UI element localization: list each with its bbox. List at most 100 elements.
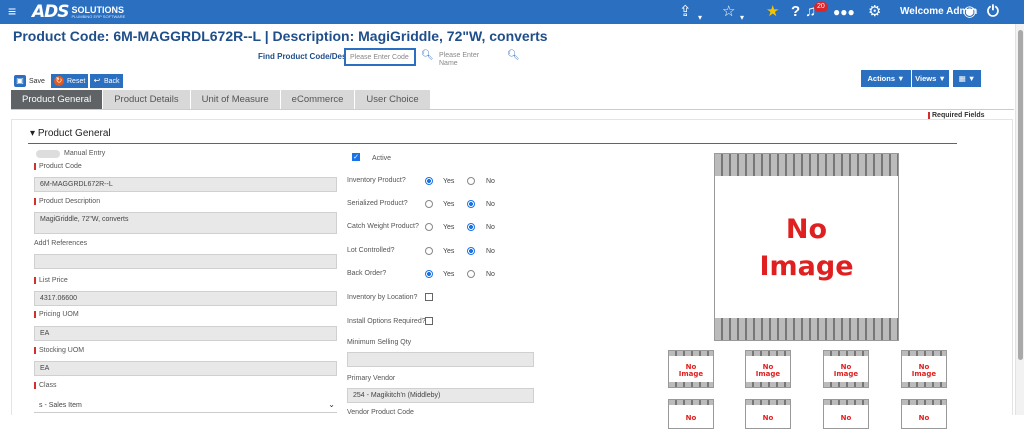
section-title: Product General [37,128,111,139]
active-checkbox[interactable]: ✓ [352,153,360,161]
grid-menu-button[interactable]: ▦ ▼ [953,70,981,87]
inventory-yes-radio[interactable] [425,177,433,185]
tab-bar: Product General Product Details Unit of … [11,90,431,109]
no-label: No [486,178,495,185]
tab-product-general[interactable]: Product General [11,90,103,109]
no-label: No [486,201,495,208]
chevron-down-icon[interactable]: ▾ [740,9,744,27]
thumbnail-image[interactable]: No [668,399,714,429]
catch-weight-label: Catch Weight Product? [347,223,419,230]
product-code-field[interactable]: 6M-MAGGRDL672R--L [34,177,337,192]
share-icon[interactable]: ⇪ [679,3,692,21]
thumbnail-image[interactable]: No Image [668,350,714,388]
thumbnail-image[interactable]: No Image [823,350,869,388]
question-icon[interactable]: ? [791,3,800,21]
back-icon: ↩ [93,76,101,85]
back-order-yes-radio[interactable] [425,270,433,278]
no-image-text-2: Image [755,370,781,378]
stocking-uom-label: Stocking UOM [34,347,84,354]
star-filled-icon[interactable]: ★ [766,3,779,21]
thumbnail-image[interactable]: No [745,399,791,429]
lot-controlled-label: Lot Controlled? [347,247,395,254]
logo-tag: PLUMBING ERP SOFTWARE [71,13,126,19]
primary-vendor-field[interactable]: 254 - Magikitch'n (Middleby) [347,388,534,403]
serialized-no-radio[interactable] [467,200,475,208]
reset-button[interactable]: ↻ Reset [51,74,89,88]
primary-vendor-label: Primary Vendor [347,375,396,382]
no-image-text-2: Image [759,251,854,282]
logo[interactable]: ADS SOLUTIONS PLUMBING ERP SOFTWARE [32,2,125,22]
back-button[interactable]: ↩ Back [90,74,123,88]
pricing-uom-field[interactable]: EA [34,326,337,341]
views-button[interactable]: Views ▼ [912,70,949,87]
tab-ecommerce[interactable]: eCommerce [280,90,355,109]
tab-divider [11,109,1014,110]
no-label: No [486,224,495,231]
manual-entry-toggle[interactable] [36,150,60,158]
stocking-uom-field[interactable]: EA [34,361,337,376]
inventory-by-location-label: Inventory by Location? [347,294,418,301]
product-description-label: Product Description [34,198,100,205]
lot-yes-radio[interactable] [425,247,433,255]
active-label: Active [372,155,392,162]
search-icon[interactable]: 🔍︎ [507,50,520,61]
section-divider [28,143,957,144]
install-options-label: Install Options Required? [347,318,426,325]
name-search-input[interactable]: Please Enter Name [435,48,499,67]
tab-user-choice[interactable]: User Choice [355,90,430,109]
logo-main: ADS [32,2,70,22]
list-price-label: List Price [34,277,68,284]
yes-label: Yes [443,248,455,255]
page-scrollbar[interactable] [1015,24,1024,415]
no-image-text-2: Image [833,370,859,378]
list-price-field[interactable]: 4317.06600 [34,291,337,306]
no-image-text-2: Image [911,370,937,378]
no-image-text-2: Image [678,370,704,378]
star-outline-icon[interactable]: ☆ [722,3,735,21]
section-header[interactable]: ▾ Product General [30,128,111,139]
no-label: No [486,271,495,278]
gear-icon[interactable]: ⚙ [868,3,881,21]
product-code-label: Product Code [34,163,82,170]
floppy-icon: ▣ [14,75,26,87]
user-circle-icon[interactable]: ◉ [963,3,976,21]
scrollbar-thumb[interactable] [1018,30,1023,360]
save-button[interactable]: ▣ Save [14,74,45,88]
users-icon[interactable]: ●●● [833,3,855,21]
yes-label: Yes [443,224,455,231]
addl-references-field[interactable] [34,254,337,269]
actions-button[interactable]: Actions ▼ [861,70,911,87]
search-icon[interactable]: 🔍︎ [421,50,434,61]
inventory-no-radio[interactable] [467,177,475,185]
class-select[interactable]: s - Sales Item ⌄ [34,399,337,413]
thumbnail-image[interactable]: No Image [901,350,947,388]
catch-weight-no-radio[interactable] [467,223,475,231]
inventory-by-location-checkbox[interactable] [425,293,433,301]
required-note: Required Fields [928,112,985,119]
min-selling-qty-label: Minimum Selling Qty [347,339,412,346]
min-selling-qty-field[interactable] [347,352,534,367]
hamburger-icon[interactable]: ≡ [8,3,16,19]
tab-product-details[interactable]: Product Details [103,90,190,109]
serialized-yes-radio[interactable] [425,200,433,208]
install-options-checkbox[interactable] [425,317,433,325]
page-title: Product Code: 6M-MAGGRDL672R--L | Descri… [13,28,548,44]
thumbnail-image[interactable]: No [901,399,947,429]
yes-label: Yes [443,201,455,208]
power-icon[interactable]: ⏻ [987,3,999,21]
yes-label: Yes [443,271,455,278]
class-label: Class [34,382,57,389]
catch-weight-yes-radio[interactable] [425,223,433,231]
main-product-image[interactable]: No Image [714,153,899,341]
tab-unit-of-measure[interactable]: Unit of Measure [190,90,280,109]
thumbnail-image[interactable]: No [823,399,869,429]
lot-no-radio[interactable] [467,247,475,255]
code-search-input[interactable]: Please Enter Code [344,48,416,66]
serialized-product-label: Serialized Product? [347,200,408,207]
thumbnail-image[interactable]: No Image [745,350,791,388]
yes-label: Yes [443,178,455,185]
chevron-down-icon[interactable]: ▾ [698,9,702,27]
product-description-field[interactable]: MagiGriddle, 72"W, converts [34,212,337,234]
back-order-no-radio[interactable] [467,270,475,278]
no-image-text-1: No [685,413,697,422]
